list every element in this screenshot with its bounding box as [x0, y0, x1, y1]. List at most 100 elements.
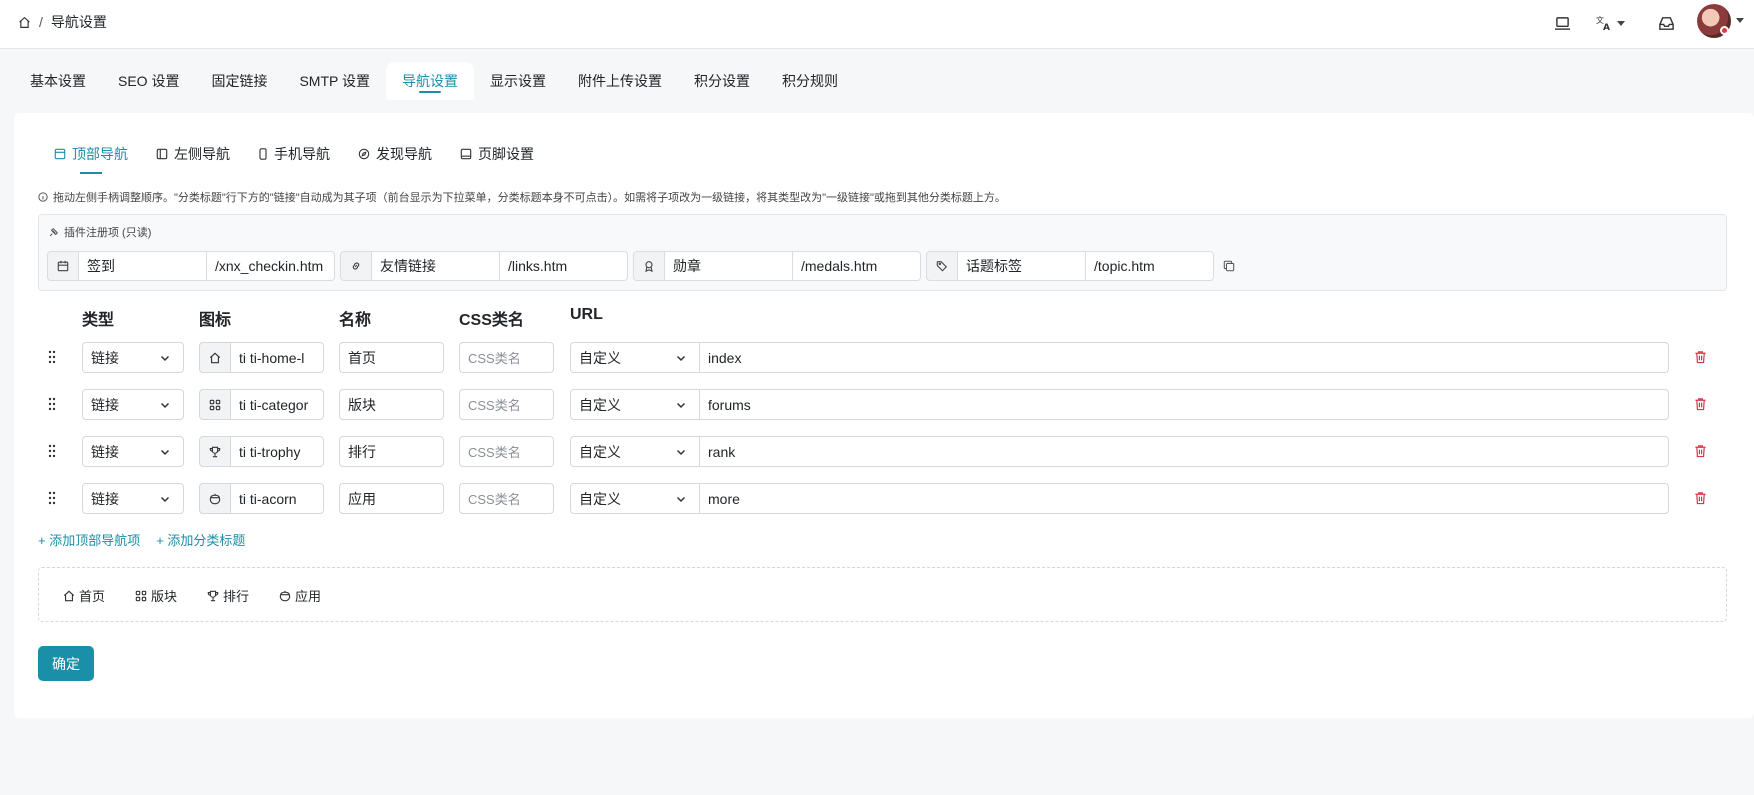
submit-button[interactable]: 确定 [38, 646, 94, 681]
column-header-url: URL [570, 306, 603, 323]
preview-item: 版块 [135, 586, 177, 605]
name-input[interactable]: 首页 [339, 342, 444, 373]
breadcrumb: / 导航设置 [18, 12, 107, 32]
home-icon [199, 342, 231, 373]
url-type-select[interactable]: 自定义 [570, 483, 700, 514]
category-icon [135, 590, 147, 602]
tab-credits[interactable]: 积分设置 [678, 62, 766, 100]
url-type-select[interactable]: 自定义 [570, 342, 700, 373]
delete-icon[interactable] [1694, 350, 1707, 364]
calendar-icon [47, 251, 79, 281]
copy-icon[interactable] [1214, 251, 1244, 281]
award-icon [633, 251, 665, 281]
laptop-icon[interactable] [1550, 11, 1574, 35]
name-input[interactable]: 排行 [339, 436, 444, 467]
tab-display[interactable]: 显示设置 [474, 62, 562, 100]
plugin-registry-panel: 插件注册项 (只读) 签到 /xnx_checkin.htm 友情链接 /lin… [38, 214, 1727, 291]
chevron-down-icon [159, 352, 171, 364]
type-select[interactable]: 链接 [82, 483, 184, 514]
subtab-label: 手机导航 [274, 146, 330, 162]
css-class-input[interactable]: CSS类名 [459, 436, 554, 467]
name-input[interactable]: 版块 [339, 389, 444, 420]
chevron-down-icon[interactable] [1736, 18, 1744, 23]
delete-icon[interactable] [1694, 397, 1707, 411]
icon-class-input[interactable]: ti ti-acorn [231, 483, 324, 514]
drag-handle-icon[interactable] [48, 491, 56, 505]
tags-icon [926, 251, 958, 281]
delete-icon[interactable] [1694, 491, 1707, 505]
translate-icon[interactable]: 文A [1594, 11, 1630, 35]
subtab-label: 左侧导航 [174, 146, 230, 162]
type-select[interactable]: 链接 [82, 342, 184, 373]
info-icon [38, 192, 48, 202]
chevron-down-icon [675, 399, 687, 411]
layout-sidebar-icon [156, 148, 168, 160]
preview-item: 首页 [63, 586, 105, 605]
icon-input-group: ti ti-acorn [199, 483, 324, 514]
plugin-item: 勋章 /medals.htm [633, 251, 951, 281]
plugin-name-field: 签到 [79, 251, 207, 281]
plugin-url-field: /topic.htm [1086, 251, 1214, 281]
plugin-name-field: 友情链接 [372, 251, 500, 281]
url-group: 自定义 more [570, 483, 1669, 514]
tab-smtp[interactable]: SMTP 设置 [283, 62, 386, 100]
chevron-down-icon [159, 446, 171, 458]
hint-text: 拖动左侧手柄调整顺序。"分类标题"行下方的"链接"自动成为其子项（前台显示为下拉… [53, 192, 1006, 204]
chevron-down-icon [675, 352, 687, 364]
css-class-input[interactable]: CSS类名 [459, 389, 554, 420]
drag-handle-icon[interactable] [48, 350, 56, 364]
inbox-icon[interactable] [1654, 11, 1678, 35]
name-input[interactable]: 应用 [339, 483, 444, 514]
icon-input-group: ti ti-home-l [199, 342, 324, 373]
tab-credit-rules[interactable]: 积分规则 [766, 62, 854, 100]
home-icon[interactable] [18, 16, 31, 29]
type-select[interactable]: 链接 [82, 389, 184, 420]
subtab-footer[interactable]: 页脚设置 [446, 139, 548, 169]
url-input[interactable]: more [699, 483, 1669, 514]
url-input[interactable]: index [699, 342, 1669, 373]
url-input[interactable]: forums [699, 389, 1669, 420]
tab-basic[interactable]: 基本设置 [14, 62, 102, 100]
type-select[interactable]: 链接 [82, 436, 184, 467]
css-class-input[interactable]: CSS类名 [459, 483, 554, 514]
plugin-url-field: /links.htm [500, 251, 628, 281]
subtab-left-nav[interactable]: 左侧导航 [142, 139, 244, 169]
add-top-nav-item-link[interactable]: + 添加顶部导航项 [38, 530, 140, 549]
icon-class-input[interactable]: ti ti-home-l [231, 342, 324, 373]
tab-navigation[interactable]: 导航设置 [386, 62, 474, 100]
device-mobile-icon [258, 148, 268, 160]
link-icon [340, 251, 372, 281]
subtab-discover-nav[interactable]: 发现导航 [344, 139, 446, 169]
subtab-label: 页脚设置 [478, 146, 534, 162]
tab-permalink[interactable]: 固定链接 [195, 62, 283, 100]
icon-class-input[interactable]: ti ti-categor [231, 389, 324, 420]
css-class-input[interactable]: CSS类名 [459, 342, 554, 373]
acorn-icon [279, 590, 291, 602]
drag-handle-icon[interactable] [48, 397, 56, 411]
url-type-select[interactable]: 自定义 [570, 389, 700, 420]
plugin-item: 签到 /xnx_checkin.htm [47, 251, 365, 281]
subtab-label: 顶部导航 [72, 146, 128, 162]
tab-attachment[interactable]: 附件上传设置 [562, 62, 678, 100]
url-group: 自定义 index [570, 342, 1669, 373]
subtab-mobile-nav[interactable]: 手机导航 [244, 139, 344, 169]
layout-bottombar-icon [460, 148, 472, 160]
top-bar: / 导航设置 文A [0, 0, 1754, 49]
compass-icon [358, 148, 370, 160]
tab-seo[interactable]: SEO 设置 [102, 62, 195, 100]
add-category-title-link[interactable]: + 添加分类标题 [156, 530, 245, 549]
delete-icon[interactable] [1694, 444, 1707, 458]
home-icon [63, 590, 75, 602]
subtab-top-nav[interactable]: 顶部导航 [40, 139, 142, 174]
icon-input-group: ti ti-categor [199, 389, 324, 420]
column-header-name: 名称 [339, 312, 372, 329]
table-row: 链接 ti ti-categor 版块 CSS类名 自定义 forums [0, 389, 1754, 421]
url-input[interactable]: rank [699, 436, 1669, 467]
subtab-label: 发现导航 [376, 146, 432, 162]
preview-item: 排行 [207, 586, 249, 605]
url-group: 自定义 forums [570, 389, 1669, 420]
icon-class-input[interactable]: ti ti-trophy [231, 436, 324, 467]
drag-handle-icon[interactable] [48, 444, 56, 458]
url-type-select[interactable]: 自定义 [570, 436, 700, 467]
layout-navbar-icon [54, 148, 66, 160]
